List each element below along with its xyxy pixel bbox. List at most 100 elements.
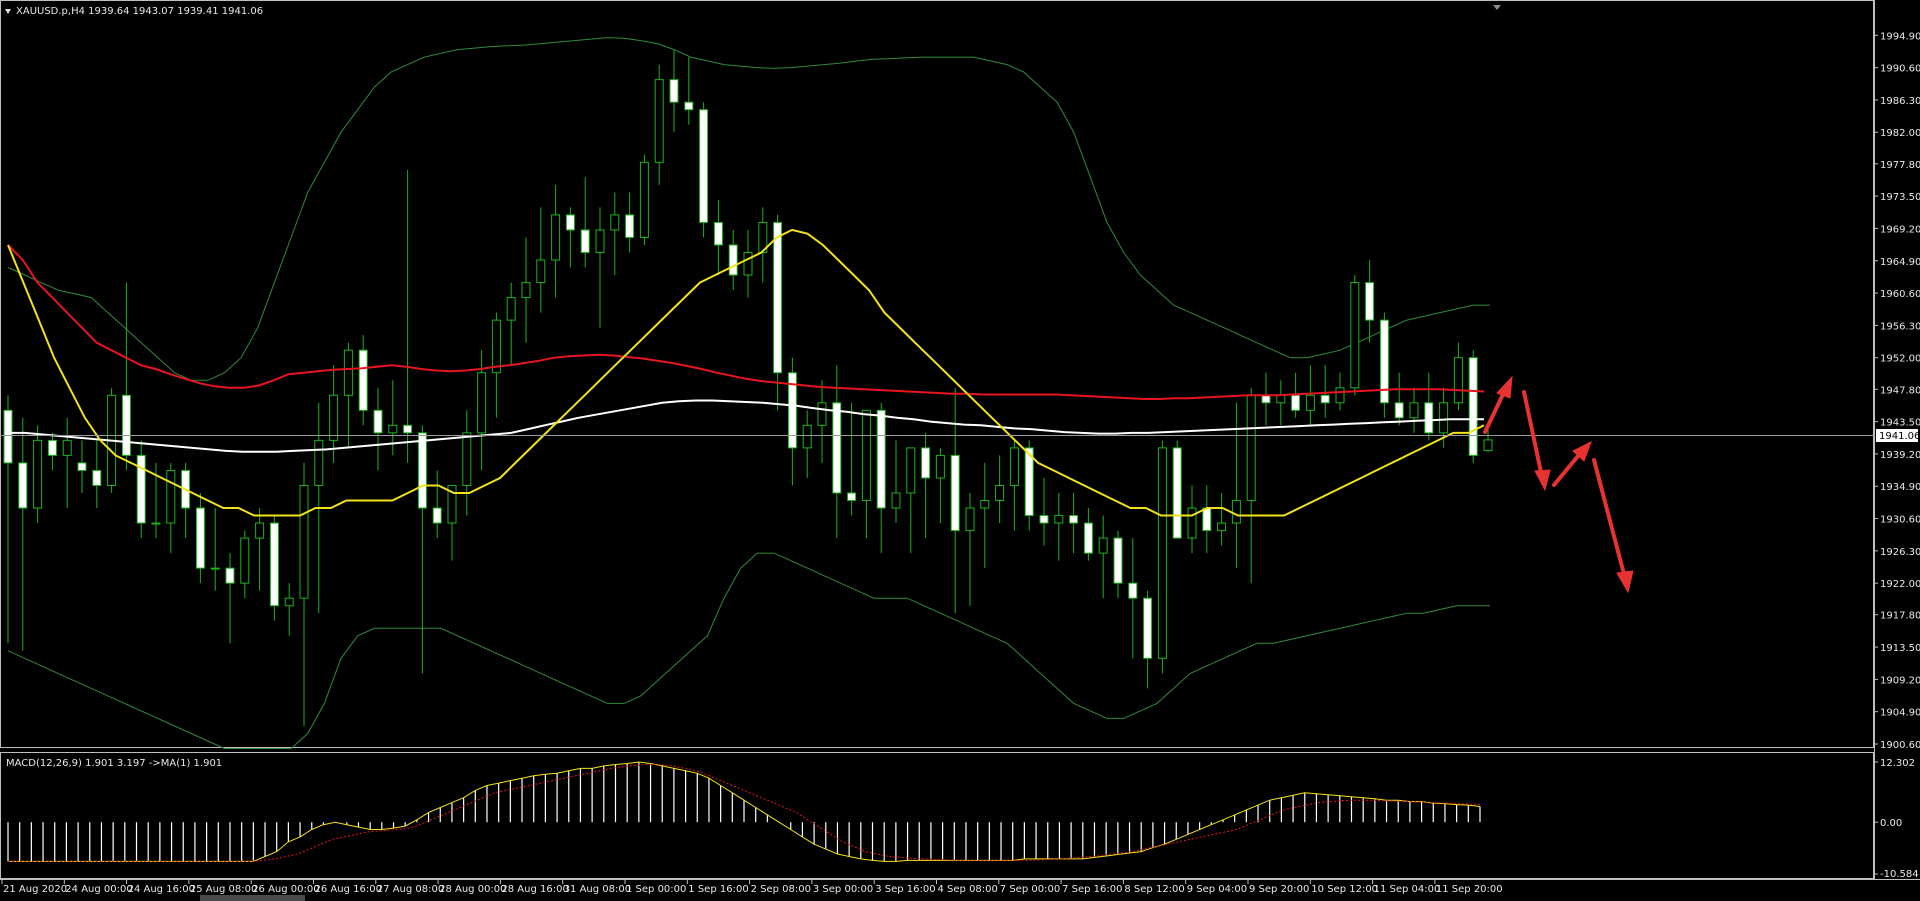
candle-body <box>965 507 975 532</box>
candle-body <box>47 439 57 456</box>
time-axis-label: 2 Sep 08:00 <box>751 884 811 895</box>
candle-body <box>1468 357 1478 456</box>
candle-body <box>62 439 72 456</box>
candle-body <box>713 221 723 246</box>
candle-body <box>1054 515 1064 524</box>
candle-body <box>373 409 383 434</box>
candle-body <box>343 349 353 396</box>
price-axis-label: 1947.80 <box>1880 385 1920 396</box>
candle-body <box>728 244 738 276</box>
time-axis-label: 27 Aug 08:00 <box>377 884 444 895</box>
time-axis-label: 31 Aug 08:00 <box>564 884 631 895</box>
candle-body <box>551 214 561 261</box>
candle-body <box>195 507 205 569</box>
price-axis-label: 1973.50 <box>1880 192 1920 203</box>
candle-body <box>462 432 472 486</box>
macd-axis-label: 12.302 <box>1880 758 1915 769</box>
candle-body <box>432 507 442 524</box>
time-axis-label: 4 Sep 08:00 <box>938 884 998 895</box>
candle-body <box>1424 402 1434 434</box>
candle-body <box>1231 500 1241 524</box>
candle-body <box>1365 282 1375 321</box>
candle-body <box>995 484 1005 502</box>
candle-body <box>299 484 309 599</box>
candle-body <box>166 469 176 524</box>
candle <box>33 425 43 524</box>
price-axis-label: 1934.90 <box>1880 482 1920 493</box>
price-axis-label: 1904.90 <box>1880 708 1920 719</box>
candle-body <box>802 424 812 449</box>
candle-body <box>891 492 901 509</box>
candle-body <box>491 319 501 374</box>
time-axis-label: 26 Aug 16:00 <box>315 884 382 895</box>
candle-body <box>921 447 931 479</box>
candle-body <box>1157 447 1167 659</box>
candle <box>1172 440 1182 539</box>
candle-body <box>1394 402 1404 419</box>
candle-body <box>1083 522 1093 554</box>
price-axis-label: 1926.30 <box>1880 547 1920 558</box>
candle-body <box>565 214 575 231</box>
candle-body <box>935 454 945 479</box>
time-axis-label: 21 Aug 2020 <box>3 884 67 895</box>
price-axis-label: 1982.00 <box>1880 128 1920 139</box>
price-axis-label: 1922.00 <box>1880 579 1920 590</box>
price-axis-label: 1939.20 <box>1880 450 1920 461</box>
candle-body <box>536 259 546 284</box>
macd-axis-label: -10.584 <box>1880 869 1919 880</box>
candle <box>1157 440 1167 674</box>
candle-body <box>684 101 694 111</box>
price-axis-label: 1952.00 <box>1880 354 1920 365</box>
current-price-tag: 1941.06 <box>1876 429 1920 442</box>
candle-body <box>1483 439 1493 452</box>
candle-body <box>639 161 649 238</box>
candle-body <box>33 439 43 509</box>
macd-axis-label: 0.00 <box>1880 818 1902 829</box>
candle-body <box>477 372 487 434</box>
candle-body <box>580 229 590 253</box>
candle <box>699 102 709 238</box>
candle-body <box>1246 394 1256 502</box>
time-axis-label: 9 Sep 20:00 <box>1249 884 1309 895</box>
candle-body <box>950 454 960 532</box>
candle-body <box>1335 387 1345 404</box>
candle-body <box>1113 537 1123 584</box>
time-axis-label: 11 Sep 04:00 <box>1374 884 1441 895</box>
time-axis-label: 24 Aug 16:00 <box>128 884 195 895</box>
candle-body <box>595 229 605 253</box>
candle-body <box>1217 522 1227 532</box>
candle-body <box>699 109 709 223</box>
price-axis-label: 1977.80 <box>1880 160 1920 171</box>
price-axis-label: 1913.50 <box>1880 643 1920 654</box>
candle-body <box>77 462 87 471</box>
time-axis-label: 28 Aug 00:00 <box>439 884 506 895</box>
horizontal-scrollbar[interactable] <box>200 895 305 901</box>
candle-body <box>121 394 131 456</box>
candle-body <box>3 409 13 464</box>
candle-body <box>1069 515 1079 524</box>
candle-body <box>1350 282 1360 389</box>
candle-body <box>1143 597 1153 659</box>
time-axis-label: 28 Aug 16:00 <box>501 884 568 895</box>
price-axis-label: 1990.60 <box>1880 64 1920 75</box>
candle-body <box>225 567 235 584</box>
candle-body <box>773 221 783 374</box>
price-axis-label: 1917.80 <box>1880 611 1920 622</box>
candle-body <box>1172 447 1182 539</box>
candle-body <box>1291 394 1301 411</box>
candle-body <box>329 394 339 441</box>
candle <box>1468 350 1478 463</box>
candle-body <box>1276 394 1286 404</box>
trading-chart[interactable]: 1994.90 1990.60 1986.30 1982.00 1977.80 1973.… <box>0 0 1920 901</box>
time-axis-label: 10 Sep 12:00 <box>1311 884 1378 895</box>
candle-body <box>92 469 102 486</box>
candle-body <box>906 447 916 494</box>
candle-body <box>654 79 664 163</box>
time-axis-label: 25 Aug 08:00 <box>190 884 257 895</box>
candle-body <box>1128 582 1138 599</box>
time-axis-label: 24 Aug 00:00 <box>65 884 132 895</box>
price-axis-label: 1956.30 <box>1880 321 1920 332</box>
candle-body <box>610 214 620 231</box>
time-axis-label: 26 Aug 00:00 <box>252 884 319 895</box>
candle-body <box>832 402 842 494</box>
